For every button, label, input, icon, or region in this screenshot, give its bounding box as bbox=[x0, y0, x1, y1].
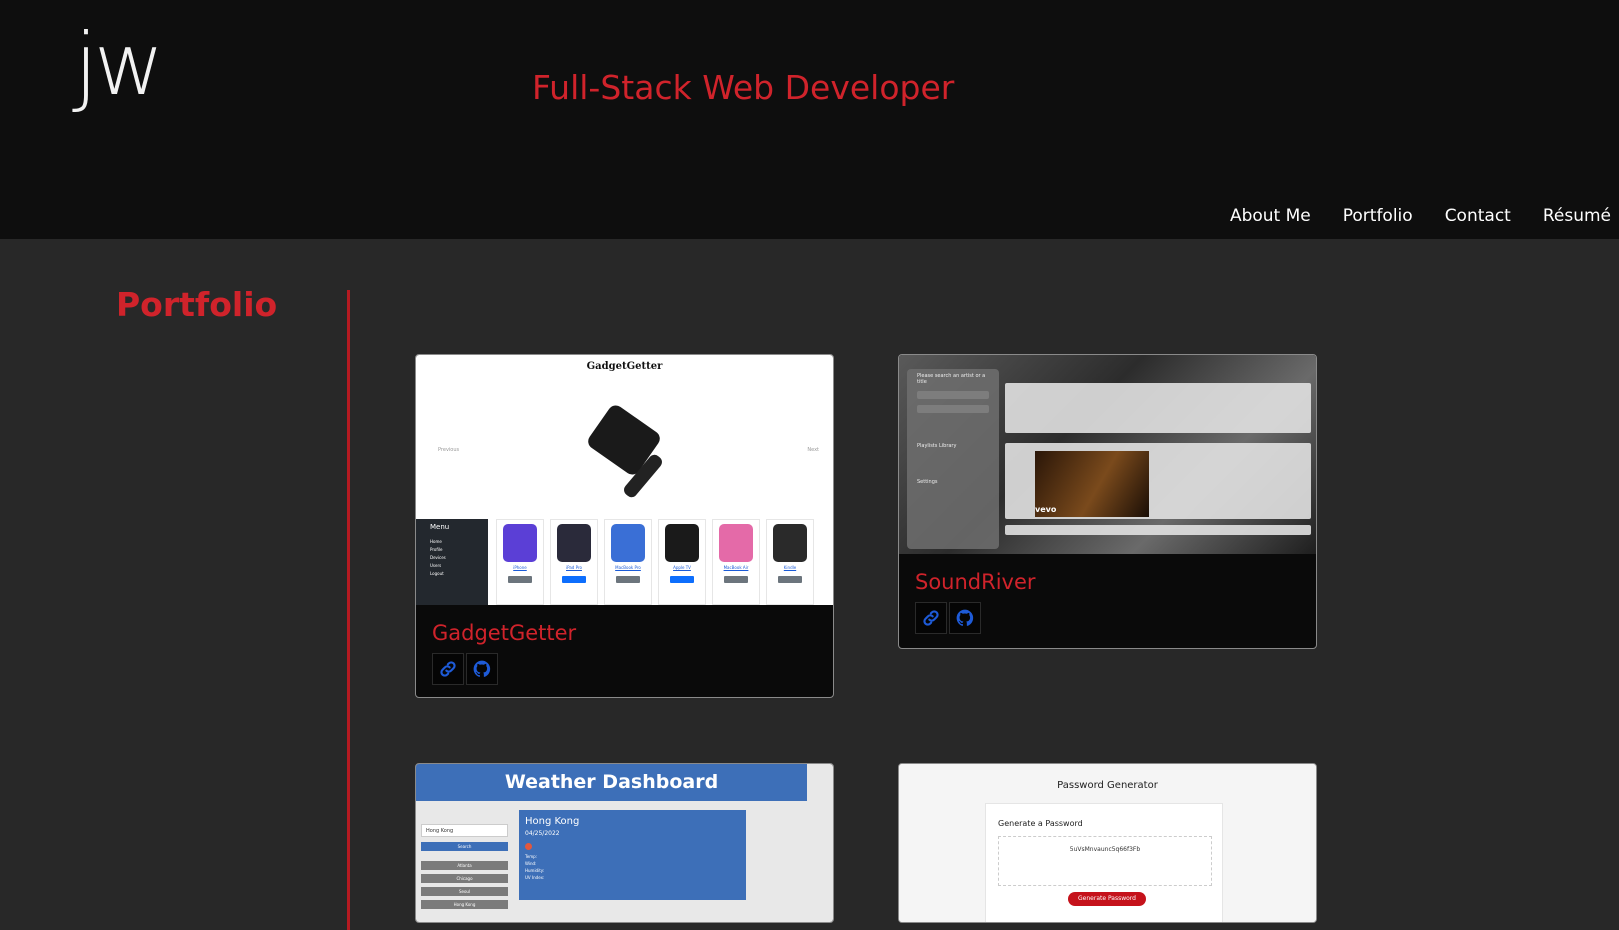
project-card-weather: Weather Dashboard Hong Kong Search Atlan… bbox=[415, 763, 834, 923]
section-title: Portfolio bbox=[116, 285, 278, 324]
nav-contact[interactable]: Contact bbox=[1445, 206, 1511, 226]
product-link: MacBook Pro bbox=[615, 565, 641, 570]
product-image bbox=[503, 524, 537, 562]
main-nav: About Me Portfolio Contact Résumé bbox=[1230, 206, 1611, 226]
product-button bbox=[724, 576, 748, 583]
site-logo[interactable]: jw bbox=[74, 22, 164, 108]
password-header: Password Generator bbox=[1057, 780, 1158, 791]
weather-icon bbox=[525, 843, 532, 850]
project-screenshot[interactable]: Weather Dashboard Hong Kong Search Atlan… bbox=[416, 764, 833, 922]
product-image bbox=[557, 524, 591, 562]
product-link: iPad Pro bbox=[566, 565, 582, 570]
product-tile: Kindle bbox=[766, 519, 814, 605]
video-brand: vevo bbox=[1035, 505, 1057, 514]
nav-resume[interactable]: Résumé bbox=[1543, 206, 1611, 226]
product-link: Apple TV bbox=[673, 565, 691, 570]
menu-item: Logout bbox=[430, 571, 444, 576]
project-title: SoundRiver bbox=[915, 570, 1036, 594]
weather-row: UV Index: bbox=[525, 875, 545, 880]
city-search-input: Hong Kong bbox=[421, 824, 508, 837]
playlist-label: Playlists Library bbox=[917, 443, 957, 449]
weather-row: Wind: bbox=[525, 861, 537, 866]
current-weather-card: Hong Kong 04/25/2022 Temp: Wind: Humidit… bbox=[519, 810, 746, 900]
project-links bbox=[915, 602, 1316, 634]
carousel-prev: Previous bbox=[438, 447, 460, 453]
track-panel bbox=[1005, 525, 1311, 535]
menu-item: Home bbox=[430, 539, 442, 544]
product-image bbox=[719, 524, 753, 562]
product-tile: MacBook Air bbox=[712, 519, 760, 605]
track-panel bbox=[1005, 383, 1311, 433]
product-button bbox=[778, 576, 802, 583]
nav-portfolio[interactable]: Portfolio bbox=[1343, 206, 1413, 226]
weather-header: Weather Dashboard bbox=[416, 764, 807, 801]
product-link: Kindle bbox=[783, 565, 797, 570]
section-divider bbox=[347, 290, 350, 930]
product-link: MacBook Air bbox=[723, 565, 749, 570]
project-screenshot[interactable]: Please search an artist or a title Playl… bbox=[899, 355, 1316, 554]
search-field bbox=[917, 391, 989, 399]
product-image bbox=[773, 524, 807, 562]
product-tile: iPad Pro bbox=[550, 519, 598, 605]
product-button bbox=[562, 576, 586, 583]
menu-heading: Menu bbox=[430, 523, 450, 531]
project-links bbox=[432, 653, 833, 685]
project-screenshot[interactable]: GadgetGetter Previous Next Menu Home Pro… bbox=[416, 355, 833, 605]
password-output: 5uVsMnvaunc5q66f3Fb bbox=[998, 836, 1212, 886]
city-name: Hong Kong bbox=[525, 816, 580, 827]
product-tile: MacBook Pro bbox=[604, 519, 652, 605]
history-button: Chicago bbox=[421, 874, 508, 883]
app-title: GadgetGetter bbox=[586, 361, 663, 372]
product-image bbox=[665, 524, 699, 562]
search-prompt: Please search an artist or a title bbox=[917, 373, 986, 385]
product-tile: iPhone bbox=[496, 519, 544, 605]
tagline: Full-Stack Web Developer bbox=[532, 68, 955, 107]
product-tile: Apple TV bbox=[658, 519, 706, 605]
title-field bbox=[917, 405, 989, 413]
github-icon[interactable] bbox=[466, 653, 498, 685]
password-card: Generate a Password 5uVsMnvaunc5q66f3Fb … bbox=[985, 803, 1223, 922]
app-menu: Menu Home Profile Devices Users Logout bbox=[416, 519, 488, 605]
history-button: Atlanta bbox=[421, 861, 508, 870]
nav-about-me[interactable]: About Me bbox=[1230, 206, 1311, 226]
weather-date: 04/25/2022 bbox=[525, 830, 560, 837]
search-sidebar: Please search an artist or a title Playl… bbox=[907, 369, 999, 549]
site-header: jw Full-Stack Web Developer About Me Por… bbox=[0, 0, 1619, 239]
link-icon[interactable] bbox=[915, 602, 947, 634]
product-button bbox=[616, 576, 640, 583]
product-image bbox=[611, 524, 645, 562]
project-card-password: Password Generator Generate a Password 5… bbox=[898, 763, 1317, 923]
project-screenshot[interactable]: Password Generator Generate a Password 5… bbox=[899, 764, 1316, 922]
weather-row: Temp: bbox=[525, 854, 538, 859]
project-card-soundriver: Please search an artist or a title Playl… bbox=[898, 354, 1317, 649]
product-button bbox=[508, 576, 532, 583]
password-card-title: Generate a Password bbox=[998, 819, 1083, 828]
menu-item: Profile bbox=[430, 547, 443, 552]
generate-password-button: Generate Password bbox=[1068, 892, 1146, 906]
search-button: Search bbox=[421, 842, 508, 851]
carousel-next: Next bbox=[807, 447, 819, 453]
project-title: GadgetGetter bbox=[432, 621, 577, 645]
settings-label: Settings bbox=[917, 479, 938, 485]
github-icon[interactable] bbox=[949, 602, 981, 634]
link-icon[interactable] bbox=[432, 653, 464, 685]
product-button bbox=[670, 576, 694, 583]
menu-item: Users bbox=[430, 563, 442, 568]
weather-row: Humidity: bbox=[525, 868, 545, 873]
product-link: iPhone bbox=[513, 565, 527, 570]
menu-item: Devices bbox=[430, 555, 446, 560]
project-card-gadgetgetter: GadgetGetter Previous Next Menu Home Pro… bbox=[415, 354, 834, 698]
history-button: Seoul bbox=[421, 887, 508, 896]
